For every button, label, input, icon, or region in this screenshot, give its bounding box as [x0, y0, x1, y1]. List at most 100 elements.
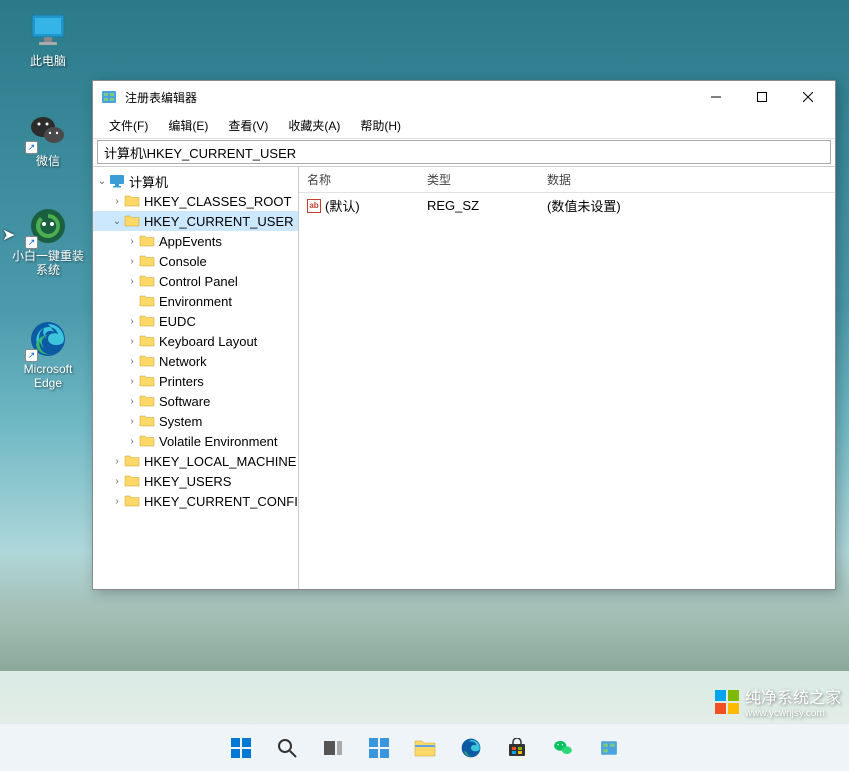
wechat-taskbar-button[interactable] — [543, 728, 583, 768]
minimize-button[interactable] — [693, 82, 739, 112]
reg-sz-icon: ab — [307, 199, 321, 213]
expander-icon[interactable]: › — [125, 396, 139, 407]
desktop-icon-edge[interactable]: ↗ Microsoft Edge — [10, 318, 86, 391]
regedit-icon — [101, 89, 117, 105]
watermark-text: 纯净系统之家 — [745, 684, 841, 708]
tree-label: HKEY_CLASSES_ROOT — [144, 194, 291, 209]
monitor-icon — [27, 10, 69, 52]
tree-node-hkcr[interactable]: › HKEY_CLASSES_ROOT — [93, 191, 298, 211]
widgets-button[interactable] — [359, 728, 399, 768]
shortcut-arrow-icon: ↗ — [25, 349, 38, 362]
value-row[interactable]: ab(默认) REG_SZ (数值未设置) — [299, 193, 835, 218]
tree-node-appevents[interactable]: › AppEvents — [93, 231, 298, 251]
expander-icon[interactable]: › — [125, 316, 139, 327]
tree-node-hkcu[interactable]: ⌄ HKEY_CURRENT_USER — [93, 211, 298, 231]
explorer-button[interactable] — [405, 728, 445, 768]
value-pane[interactable]: 名称 类型 数据 ab(默认) REG_SZ (数值未设置) — [299, 167, 835, 589]
tree-label: EUDC — [159, 314, 196, 329]
expander-icon[interactable]: › — [125, 356, 139, 367]
col-data-header[interactable]: 数据 — [547, 171, 835, 188]
task-view-button[interactable] — [313, 728, 353, 768]
tree-node-volatile-environment[interactable]: › Volatile Environment — [93, 431, 298, 451]
tree-label: Network — [159, 354, 207, 369]
tree-label: System — [159, 414, 202, 429]
tree-label: Environment — [159, 294, 232, 309]
address-bar[interactable]: 计算机\HKEY_CURRENT_USER — [97, 140, 831, 164]
desktop-icon-label: 小白一键重装系统 — [10, 249, 86, 278]
desktop-icon-this-pc[interactable]: 此电脑 — [10, 10, 86, 68]
tree-label: 计算机 — [129, 172, 168, 191]
expander-icon[interactable]: › — [125, 336, 139, 347]
value-data: (数值未设置) — [547, 196, 835, 215]
shortcut-arrow-icon: ↗ — [25, 141, 38, 154]
desktop: 此电脑 ↗ 微信 ↗ 小白一键重装系统 ↗ Microsoft Edge ➤ 注… — [0, 0, 849, 771]
close-button[interactable] — [785, 82, 831, 112]
titlebar[interactable]: 注册表编辑器 — [93, 81, 835, 113]
col-name-header[interactable]: 名称 — [307, 171, 427, 188]
tree-pane[interactable]: ⌄ 计算机 › HKEY_CLASSES_ROOT ⌄ HKEY_CURRENT_USER… — [93, 167, 299, 589]
tree-node-environment[interactable]: Environment — [93, 291, 298, 311]
value-name: (默认) — [325, 196, 360, 215]
mouse-cursor-icon: ➤ — [2, 225, 15, 245]
tree-node-eudc[interactable]: › EUDC — [93, 311, 298, 331]
col-type-header[interactable]: 类型 — [427, 171, 547, 188]
xiaobai-icon: ↗ — [27, 205, 69, 247]
tree-node-hku[interactable]: › HKEY_USERS — [93, 471, 298, 491]
menu-help[interactable]: 帮助(H) — [350, 114, 411, 137]
tree-label: HKEY_USERS — [144, 474, 231, 489]
tree-node-control-panel[interactable]: › Control Panel — [93, 271, 298, 291]
expander-icon[interactable]: ⌄ — [95, 176, 109, 187]
watermark-url: www.ycwnjsy.com — [745, 708, 841, 719]
desktop-icon-xiaobai[interactable]: ↗ 小白一键重装系统 — [10, 205, 86, 278]
tree-node-keyboard-layout[interactable]: › Keyboard Layout — [93, 331, 298, 351]
tree-node-system[interactable]: › System — [93, 411, 298, 431]
expander-icon[interactable]: › — [110, 496, 124, 507]
expander-icon[interactable]: › — [110, 456, 124, 467]
shortcut-arrow-icon: ↗ — [25, 236, 38, 249]
expander-icon[interactable]: › — [110, 196, 124, 207]
store-button[interactable] — [497, 728, 537, 768]
tree-label: HKEY_CURRENT_USER — [144, 214, 294, 229]
tree-root-computer[interactable]: ⌄ 计算机 — [93, 171, 298, 191]
window-title: 注册表编辑器 — [125, 89, 693, 106]
expander-icon[interactable]: › — [110, 476, 124, 487]
menu-edit[interactable]: 编辑(E) — [158, 114, 218, 137]
menu-view[interactable]: 查看(V) — [218, 114, 278, 137]
tree-label: Control Panel — [159, 274, 238, 289]
desktop-icon-label: Microsoft Edge — [10, 362, 86, 391]
expander-icon[interactable]: ⌄ — [110, 216, 124, 227]
expander-icon[interactable]: › — [125, 416, 139, 427]
start-button[interactable] — [221, 728, 261, 768]
expander-icon[interactable]: › — [125, 376, 139, 387]
expander-icon[interactable]: › — [125, 236, 139, 247]
tree-node-software[interactable]: ›Software — [93, 391, 298, 411]
tree-label: HKEY_LOCAL_MACHINE — [144, 454, 296, 469]
wechat-icon: ↗ — [27, 110, 69, 152]
tree-label: AppEvents — [159, 234, 222, 249]
tree-label: Printers — [159, 374, 204, 389]
menubar: 文件(F) 编辑(E) 查看(V) 收藏夹(A) 帮助(H) — [93, 113, 835, 139]
tree-label: HKEY_CURRENT_CONFIG — [144, 494, 299, 509]
desktop-icon-wechat[interactable]: ↗ 微信 — [10, 110, 86, 168]
tree-node-console[interactable]: › Console — [93, 251, 298, 271]
expander-icon[interactable]: › — [125, 256, 139, 267]
expander-icon[interactable]: › — [125, 276, 139, 287]
tree-node-hkcc[interactable]: › HKEY_CURRENT_CONFIG — [93, 491, 298, 511]
registry-editor-window: 注册表编辑器 文件(F) 编辑(E) 查看(V) 收藏夹(A) 帮助(H) 计算… — [92, 80, 836, 590]
tree-label: Console — [159, 254, 207, 269]
tree-label: Volatile Environment — [159, 434, 278, 449]
expander-icon[interactable]: › — [125, 436, 139, 447]
watermark-logo-icon — [715, 690, 739, 714]
search-button[interactable] — [267, 728, 307, 768]
menu-file[interactable]: 文件(F) — [99, 114, 158, 137]
desktop-icon-label: 微信 — [36, 154, 60, 168]
tree-label: Keyboard Layout — [159, 334, 257, 349]
maximize-button[interactable] — [739, 82, 785, 112]
regedit-taskbar-button[interactable] — [589, 728, 629, 768]
edge-taskbar-button[interactable] — [451, 728, 491, 768]
tree-node-printers[interactable]: › Printers — [93, 371, 298, 391]
menu-favorites[interactable]: 收藏夹(A) — [278, 114, 350, 137]
tree-node-hklm[interactable]: › HKEY_LOCAL_MACHINE — [93, 451, 298, 471]
taskbar — [0, 723, 849, 771]
tree-node-network[interactable]: › Network — [93, 351, 298, 371]
